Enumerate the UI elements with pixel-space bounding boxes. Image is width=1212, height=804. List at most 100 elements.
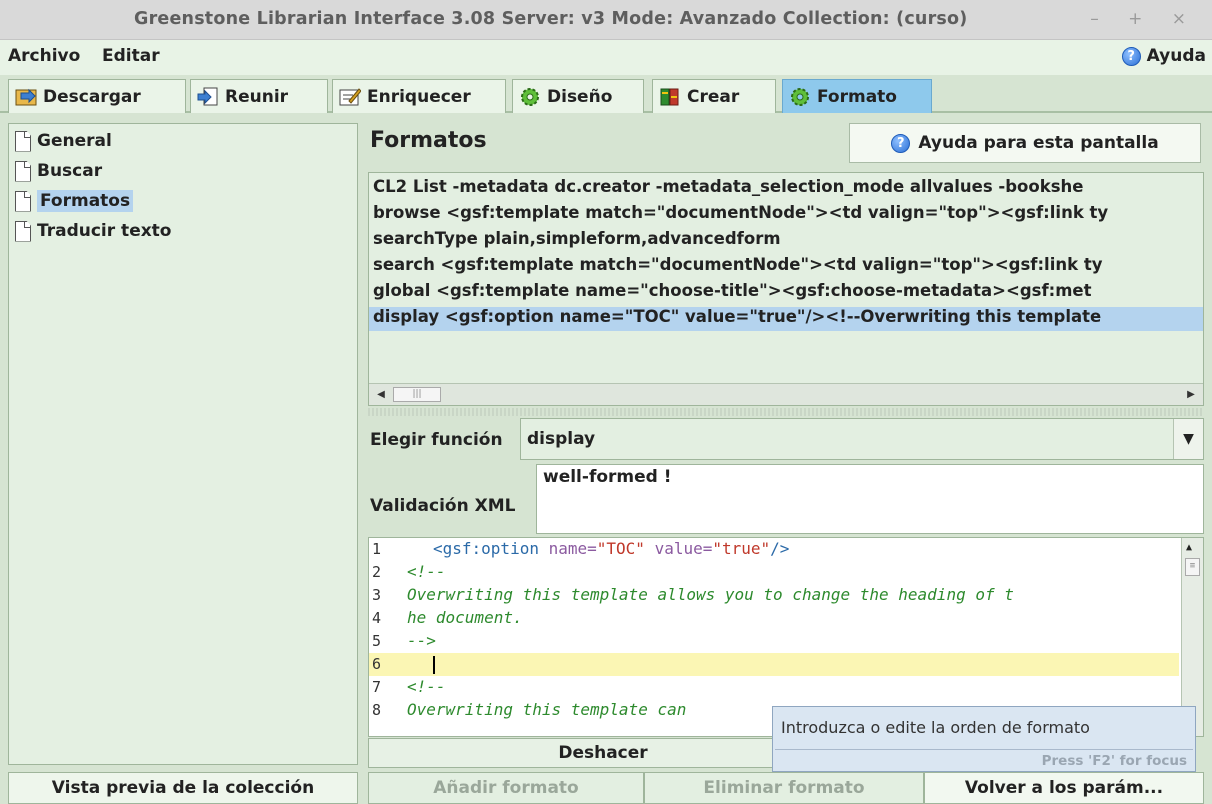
tab-label: Crear bbox=[687, 86, 740, 107]
button-row: Añadir formato Eliminar formato Volver a… bbox=[368, 772, 1204, 804]
text-caret bbox=[433, 656, 435, 674]
code-token: /> bbox=[770, 539, 790, 558]
gather-icon bbox=[197, 87, 219, 107]
download-icon bbox=[15, 87, 37, 107]
gear-icon bbox=[519, 87, 541, 107]
sidebar: General Buscar Formatos Traducir texto bbox=[8, 123, 358, 765]
tab-crear[interactable]: Crear bbox=[652, 79, 776, 113]
tooltip-text: Introduzca o edite la orden de formato bbox=[781, 718, 1090, 737]
tab-reunir[interactable]: Reunir bbox=[190, 79, 328, 113]
splitter-handle[interactable] bbox=[368, 408, 1204, 416]
editor-line: 1 <gsf:option name="TOC" value="true"/> bbox=[369, 538, 1179, 561]
line-number: 5 bbox=[372, 632, 382, 650]
add-format-button[interactable]: Añadir formato bbox=[368, 772, 644, 804]
tooltip-hint: Press 'F2' for focus bbox=[1041, 753, 1187, 769]
reset-defaults-button[interactable]: Volver a los parám... bbox=[924, 772, 1204, 804]
sidebar-item-formatos[interactable]: Formatos bbox=[15, 188, 134, 214]
tab-label: Diseño bbox=[547, 86, 613, 107]
help-screen-label: Ayuda para esta pantalla bbox=[918, 133, 1159, 153]
tooltip-divider bbox=[775, 749, 1193, 750]
line-number: 4 bbox=[372, 609, 382, 627]
code-token: "true" bbox=[712, 539, 771, 558]
scroll-thumb[interactable]: ≡ bbox=[1185, 558, 1200, 576]
line-number: 8 bbox=[372, 701, 382, 719]
document-icon bbox=[15, 190, 31, 212]
tab-diseno[interactable]: Diseño bbox=[512, 79, 644, 113]
page-title: Formatos bbox=[370, 128, 487, 153]
line-number: 3 bbox=[372, 586, 382, 604]
sidebar-item-general[interactable]: General bbox=[15, 128, 112, 154]
menu-archivo[interactable]: Archivo bbox=[8, 46, 80, 66]
tab-descargar[interactable]: Descargar bbox=[8, 79, 186, 113]
tab-enriquecer[interactable]: Enriquecer bbox=[332, 79, 506, 113]
list-item[interactable]: global <gsf:template name="choose-title"… bbox=[373, 281, 1092, 305]
document-icon bbox=[15, 220, 31, 242]
sidebar-item-buscar[interactable]: Buscar bbox=[15, 158, 102, 184]
help-icon: ? bbox=[1121, 46, 1141, 66]
editor-line: 3 Overwriting this template allows you t… bbox=[369, 584, 1179, 607]
xml-validation-output: well-formed ! bbox=[536, 464, 1204, 534]
main-panel: Formatos ? Ayuda para esta pantalla CL2 … bbox=[362, 118, 1212, 804]
code-comment: he document. bbox=[407, 608, 523, 627]
function-value: display bbox=[527, 429, 596, 449]
tab-label: Descargar bbox=[43, 86, 141, 107]
line-number: 7 bbox=[372, 678, 382, 696]
scroll-right-icon[interactable]: ▶ bbox=[1183, 386, 1199, 402]
editor-line: 4 he document. bbox=[369, 607, 1179, 630]
function-row: Elegir función display ▼ bbox=[368, 418, 1204, 462]
window-controls[interactable]: – + × bbox=[1090, 9, 1198, 29]
scroll-left-icon[interactable]: ◀ bbox=[373, 386, 389, 402]
sidebar-item-label: General bbox=[37, 131, 112, 151]
list-item[interactable]: search <gsf:template match="documentNode… bbox=[373, 255, 1102, 279]
enrich-icon bbox=[339, 87, 362, 107]
code-comment: <!-- bbox=[407, 677, 446, 696]
tab-bar: Descargar Reunir Enriquecer Diseño Crear… bbox=[0, 75, 1212, 113]
menu-ayuda-label: Ayuda bbox=[1146, 46, 1206, 66]
tab-label: Formato bbox=[817, 86, 897, 107]
editor-line: 5 --> bbox=[369, 630, 1179, 653]
sidebar-item-label: Formatos bbox=[37, 190, 134, 212]
list-item[interactable]: CL2 List -metadata dc.creator -metadata_… bbox=[373, 177, 1083, 201]
tab-label: Reunir bbox=[225, 86, 289, 107]
window-title: Greenstone Librarian Interface 3.08 Serv… bbox=[134, 9, 968, 29]
code-token: <gsf:option bbox=[433, 539, 539, 558]
editor-line: 2 <!-- bbox=[369, 561, 1179, 584]
line-number: 6 bbox=[372, 655, 382, 673]
list-item[interactable]: searchType plain,simpleform,advancedform bbox=[373, 229, 781, 253]
scroll-thumb[interactable]: ||| bbox=[393, 387, 441, 402]
menu-editar[interactable]: Editar bbox=[102, 46, 160, 66]
xml-validation-label: Validación XML bbox=[370, 496, 516, 516]
menu-ayuda[interactable]: ? Ayuda bbox=[1121, 46, 1206, 66]
code-comment: --> bbox=[407, 631, 436, 650]
code-comment: Overwriting this template can bbox=[407, 700, 687, 719]
code-comment: Overwriting this template allows you to … bbox=[407, 585, 1014, 604]
list-item[interactable]: browse <gsf:template match="documentNode… bbox=[373, 203, 1108, 227]
tab-formato[interactable]: Formato bbox=[782, 79, 932, 113]
code-token: name= bbox=[538, 539, 597, 558]
document-icon bbox=[15, 160, 31, 182]
tab-label: Enriquecer bbox=[367, 86, 471, 107]
format-list[interactable]: CL2 List -metadata dc.creator -metadata_… bbox=[368, 172, 1204, 406]
document-icon bbox=[15, 130, 31, 152]
tooltip: Introduzca o edite la orden de formato P… bbox=[772, 706, 1196, 772]
horizontal-scrollbar[interactable]: ◀ ||| ▶ bbox=[369, 383, 1203, 405]
help-screen-button[interactable]: ? Ayuda para esta pantalla bbox=[849, 123, 1201, 163]
code-token: "TOC" bbox=[596, 539, 645, 558]
build-icon bbox=[659, 87, 681, 107]
sidebar-item-label: Traducir texto bbox=[37, 221, 172, 241]
code-comment: <!-- bbox=[407, 562, 446, 581]
scroll-up-icon[interactable]: ▲ bbox=[1186, 542, 1192, 553]
chevron-down-icon[interactable]: ▼ bbox=[1173, 419, 1203, 459]
list-item-selected[interactable]: display <gsf:option name="TOC" value="tr… bbox=[369, 307, 1203, 331]
function-select[interactable]: display ▼ bbox=[520, 418, 1204, 460]
code-token: value= bbox=[644, 539, 713, 558]
gear-icon bbox=[789, 87, 811, 107]
remove-format-button[interactable]: Eliminar formato bbox=[644, 772, 924, 804]
preview-collection-button[interactable]: Vista previa de la colección bbox=[8, 772, 358, 804]
window-titlebar: Greenstone Librarian Interface 3.08 Serv… bbox=[0, 0, 1212, 40]
line-number: 2 bbox=[372, 563, 382, 581]
sidebar-item-label: Buscar bbox=[37, 161, 103, 181]
undo-button[interactable]: Deshacer bbox=[368, 738, 838, 768]
sidebar-item-traducir-texto[interactable]: Traducir texto bbox=[15, 218, 172, 244]
function-label: Elegir función bbox=[370, 430, 503, 450]
